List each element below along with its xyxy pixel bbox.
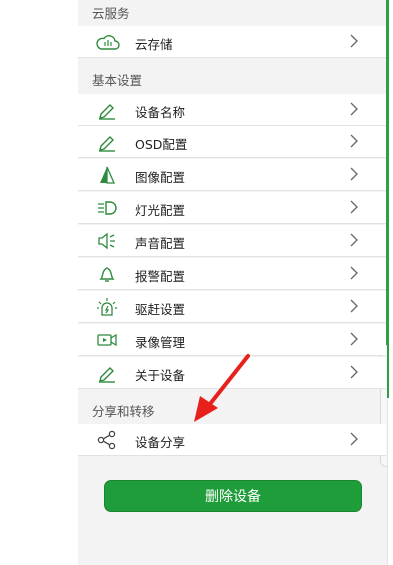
speaker-icon <box>96 231 118 251</box>
cloud-icon <box>96 32 120 52</box>
section-title-basic: 基本设置 <box>92 73 143 88</box>
chevron-right-icon <box>347 101 361 117</box>
chevron-right-icon <box>347 431 361 447</box>
video-record-icon <box>96 330 118 350</box>
settings-item-label: 设备分享 <box>135 435 186 450</box>
settings-item-alarm[interactable]: 报警配置 <box>78 258 386 290</box>
settings-item-label: 报警配置 <box>135 269 186 284</box>
panel-edge-accent <box>386 0 389 398</box>
settings-item-label: 关于设备 <box>135 368 186 383</box>
settings-item-image[interactable]: 图像配置 <box>78 159 386 191</box>
settings-item-label: OSD配置 <box>135 137 188 152</box>
section-title-share: 分享和转移 <box>92 404 155 419</box>
settings-item-light[interactable]: 灯光配置 <box>78 192 386 224</box>
pencil-icon <box>96 363 118 383</box>
settings-item-share-device[interactable]: 设备分享 <box>78 424 386 456</box>
settings-item-label: 图像配置 <box>135 170 186 185</box>
share-icon <box>96 430 118 450</box>
panel-edge-divider <box>387 398 388 565</box>
settings-item-label: 驱赶设置 <box>135 302 186 317</box>
settings-item-label: 声音配置 <box>135 236 186 251</box>
settings-item-label: 灯光配置 <box>135 203 186 218</box>
settings-item-label: 云存储 <box>135 37 173 52</box>
settings-item-sound[interactable]: 声音配置 <box>78 225 386 257</box>
settings-item-device-name[interactable]: 设备名称 <box>78 94 386 126</box>
chevron-right-icon <box>347 364 361 380</box>
delete-device-button[interactable]: 删除设备 <box>104 480 362 512</box>
chevron-right-icon <box>347 199 361 215</box>
chevron-right-icon <box>347 232 361 248</box>
settings-item-deter[interactable]: 驱赶设置 <box>78 291 386 323</box>
pencil-icon <box>96 132 118 152</box>
chevron-right-icon <box>347 331 361 347</box>
pencil-icon <box>96 100 118 120</box>
settings-item-label: 设备名称 <box>135 105 186 120</box>
annotation-arrow-icon <box>188 352 254 426</box>
siren-icon <box>96 297 118 317</box>
settings-item-cloud-storage[interactable]: 云存储 <box>78 26 386 58</box>
settings-item-osd[interactable]: OSD配置 <box>78 126 386 158</box>
settings-item-label: 录像管理 <box>135 335 186 350</box>
bell-icon <box>96 264 118 284</box>
chevron-right-icon <box>347 133 361 149</box>
chevron-right-icon <box>347 166 361 182</box>
chevron-right-icon <box>347 298 361 314</box>
image-prism-icon <box>96 165 118 185</box>
section-title-cloud: 云服务 <box>92 6 130 21</box>
light-icon <box>96 198 118 218</box>
chevron-right-icon <box>347 33 361 49</box>
chevron-right-icon <box>347 265 361 281</box>
